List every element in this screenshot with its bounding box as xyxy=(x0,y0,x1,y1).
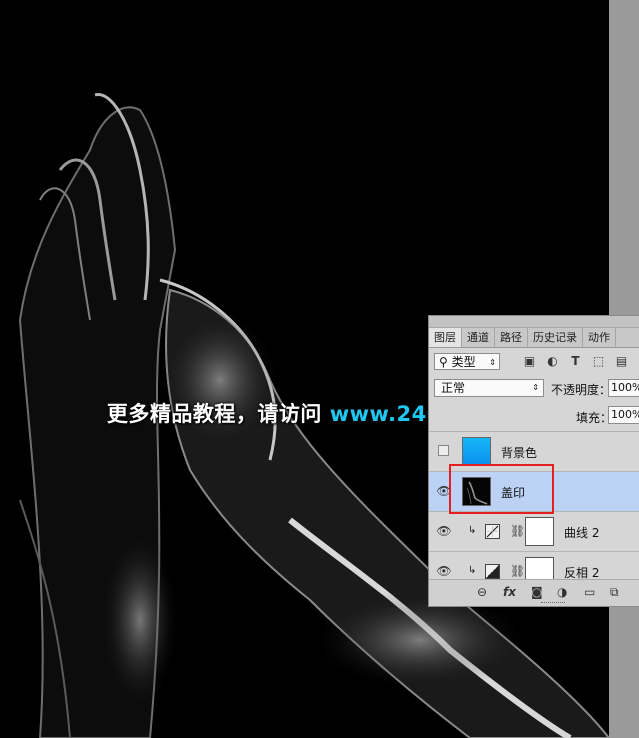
blend-mode-value: 正常 xyxy=(441,381,466,395)
tab-actions[interactable]: 动作 xyxy=(583,328,616,347)
layer-thumbnail xyxy=(462,437,491,466)
visibility-toggle-off[interactable] xyxy=(438,445,449,456)
image-filter-icon[interactable]: ▣ xyxy=(523,355,536,368)
watermark-text: 更多精品教程，请访问 xyxy=(106,402,322,426)
filter-row: ⚲ 类型 ⇕ ▣ ◐ T ⬚ ▤ xyxy=(429,348,639,375)
search-icon: ⚲ xyxy=(439,355,448,369)
fx-icon[interactable]: fx xyxy=(503,585,516,599)
adjustment-filter-icon[interactable]: ◐ xyxy=(546,355,559,368)
tab-paths[interactable]: 路径 xyxy=(495,328,528,347)
shape-filter-icon[interactable]: ⬚ xyxy=(592,355,605,368)
layer-mask-thumbnail[interactable] xyxy=(525,517,554,546)
fill-row: 填充： 100% xyxy=(429,403,639,432)
tab-channels[interactable]: 通道 xyxy=(462,328,495,347)
new-layer-icon[interactable]: ⧉ xyxy=(610,585,619,600)
opacity-label: 不透明度： xyxy=(551,383,612,397)
eye-icon[interactable]: 👁 xyxy=(436,524,452,538)
invert-adjustment-icon[interactable] xyxy=(485,564,500,579)
filter-kind-label: 类型 xyxy=(451,355,476,369)
layers-panel: 图层 通道 路径 历史记录 动作 ⚲ 类型 ⇕ ▣ ◐ T ⬚ ▤ 正常 ⇕ 不… xyxy=(428,315,639,607)
smart-object-filter-icon[interactable]: ▤ xyxy=(615,355,628,368)
blend-row: 正常 ⇕ 不透明度： 100% xyxy=(429,375,639,403)
layer-name: 曲线 2 xyxy=(564,526,600,540)
resize-grip[interactable] xyxy=(541,602,565,606)
chevron-updown-icon: ⇕ xyxy=(532,383,539,392)
opacity-field[interactable]: 100% xyxy=(608,379,639,397)
hand-glow xyxy=(160,310,280,450)
panel-tabs: 图层 通道 路径 历史记录 动作 xyxy=(429,328,639,348)
lower-arm-glow xyxy=(100,530,180,710)
type-filter-icon[interactable]: T xyxy=(569,355,582,368)
clipping-arrow-icon: ↳ xyxy=(468,525,477,536)
clipping-arrow-icon: ↳ xyxy=(468,565,477,576)
tab-history[interactable]: 历史记录 xyxy=(528,328,583,347)
layer-name: 背景色 xyxy=(501,446,538,460)
tab-layers[interactable]: 图层 xyxy=(429,328,462,347)
eye-icon[interactable]: 👁 xyxy=(436,564,452,578)
blend-mode-select[interactable]: 正常 ⇕ xyxy=(434,379,544,397)
link-icon[interactable]: ⊖ xyxy=(477,585,487,599)
chevron-updown-icon: ⇕ xyxy=(489,358,496,367)
chain-link-icon[interactable]: ⛓ xyxy=(510,564,525,578)
filter-kind-select[interactable]: ⚲ 类型 ⇕ xyxy=(434,353,500,370)
fill-label: 填充： xyxy=(576,411,613,425)
curves-adjustment-icon[interactable] xyxy=(485,524,500,539)
chain-link-icon[interactable]: ⛓ xyxy=(510,524,525,538)
mask-icon[interactable]: ◙ xyxy=(531,585,543,599)
highlight-outline xyxy=(449,464,554,514)
panel-bottom-bar: ⊖ fx ◙ ◑ ▭ ⧉ xyxy=(429,579,639,606)
adjustment-icon[interactable]: ◑ xyxy=(557,585,567,599)
panel-header[interactable] xyxy=(429,316,639,328)
group-folder-icon[interactable]: ▭ xyxy=(584,585,595,599)
layer-row-curves-2[interactable]: 👁 ↳ ⛓ 曲线 2 xyxy=(429,512,639,552)
fill-field[interactable]: 100% xyxy=(608,406,639,424)
